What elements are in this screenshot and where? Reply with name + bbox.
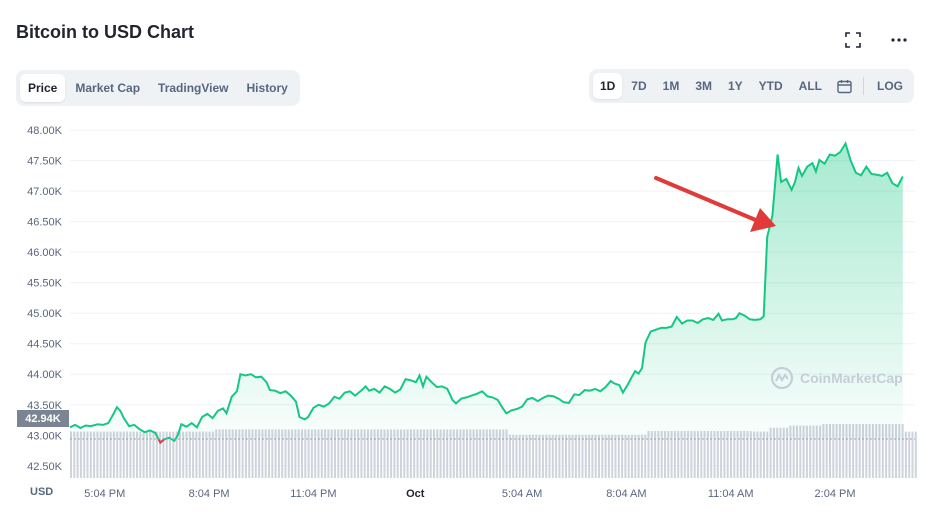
- volume-bar: [601, 434, 604, 478]
- x-tick-label: 5:04 PM: [84, 488, 125, 500]
- volume-bar: [588, 434, 591, 478]
- volume-bar: [558, 434, 561, 478]
- volume-bar: [545, 434, 548, 478]
- volume-bar: [607, 434, 610, 478]
- y-tick-label: 44.50K: [27, 339, 63, 351]
- volume-bar: [604, 434, 607, 478]
- x-tick-label: 11:04 AM: [708, 488, 754, 500]
- y-tick-label: 42.50K: [27, 461, 63, 473]
- x-tick-label: 8:04 PM: [189, 488, 230, 500]
- volume-bar: [522, 434, 525, 478]
- price-chart: 48.00K 47.50K 47.00K 46.50K 46.00K 45.50K 45.0…: [27, 125, 917, 500]
- annotation-arrow: [654, 176, 776, 232]
- y-tick-label: 46.00K: [27, 247, 63, 259]
- volume-bar: [525, 434, 528, 478]
- y-tick-label: 44.00K: [27, 369, 63, 381]
- volume-bar: [594, 434, 597, 478]
- volume-bar: [584, 434, 587, 478]
- volume-bar: [637, 434, 640, 478]
- volume-bar: [614, 434, 617, 478]
- x-tick-label: 11:04 PM: [290, 488, 336, 500]
- volume-bar: [541, 434, 544, 478]
- currency-label: USD: [30, 486, 54, 498]
- volume-bar: [634, 434, 637, 478]
- volume-bar: [598, 434, 600, 478]
- volume-bar: [571, 434, 574, 478]
- y-tick-label: 48.00K: [27, 125, 63, 137]
- volume-bar: [568, 434, 571, 478]
- volume-bar: [528, 434, 531, 478]
- volume-bar: [565, 434, 567, 478]
- volume-bar: [908, 431, 911, 478]
- watermark-text: CoinMarketCap: [800, 370, 903, 386]
- x-tick-label: 5:04 AM: [502, 488, 542, 500]
- volume-bar: [578, 434, 581, 478]
- y-tick-label: 47.00K: [27, 186, 63, 198]
- volume-bar: [631, 434, 633, 478]
- volume-bar: [548, 434, 551, 478]
- volume-bar: [535, 434, 538, 478]
- volume-bar: [561, 434, 564, 478]
- volume-bar: [627, 434, 630, 478]
- x-tick-label: 8:04 AM: [606, 488, 646, 500]
- volume-bar: [640, 434, 643, 478]
- y-tick-label: 45.50K: [27, 278, 63, 290]
- price-area: [70, 143, 903, 443]
- volume-bar: [532, 434, 534, 478]
- volume-bar: [611, 434, 614, 478]
- volume-bar: [515, 434, 518, 478]
- volume-bar: [518, 434, 521, 478]
- volume-bar: [624, 434, 627, 478]
- volume-bar: [555, 434, 558, 478]
- volume-bar: [538, 434, 541, 478]
- volume-bar: [574, 434, 577, 478]
- y-tick-label: 43.00K: [27, 430, 63, 442]
- coinmarketcap-logo-icon: [770, 366, 794, 390]
- volume-bar: [591, 434, 594, 478]
- volume-bar: [581, 434, 584, 478]
- volume-bar: [508, 434, 511, 478]
- y-tick-label: 46.50K: [27, 217, 63, 229]
- y-tick-label: 45.00K: [27, 308, 63, 320]
- current-price-badge: 42.94K: [17, 410, 69, 427]
- x-axis-ticks: 5:04 PM 8:04 PM 11:04 PM Oct 5:04 AM 8:04 AM 1…: [84, 488, 855, 500]
- volume-bar: [512, 434, 515, 478]
- volume-bar: [644, 434, 647, 478]
- volume-bar: [621, 434, 624, 478]
- x-tick-label: Oct: [406, 488, 425, 500]
- x-tick-label: 2:04 PM: [815, 488, 856, 500]
- watermark: CoinMarketCap: [770, 366, 903, 390]
- volume-bar: [617, 434, 620, 478]
- volume-bar: [914, 431, 917, 478]
- volume-bar: [551, 434, 554, 478]
- y-tick-label: 47.50K: [27, 156, 63, 168]
